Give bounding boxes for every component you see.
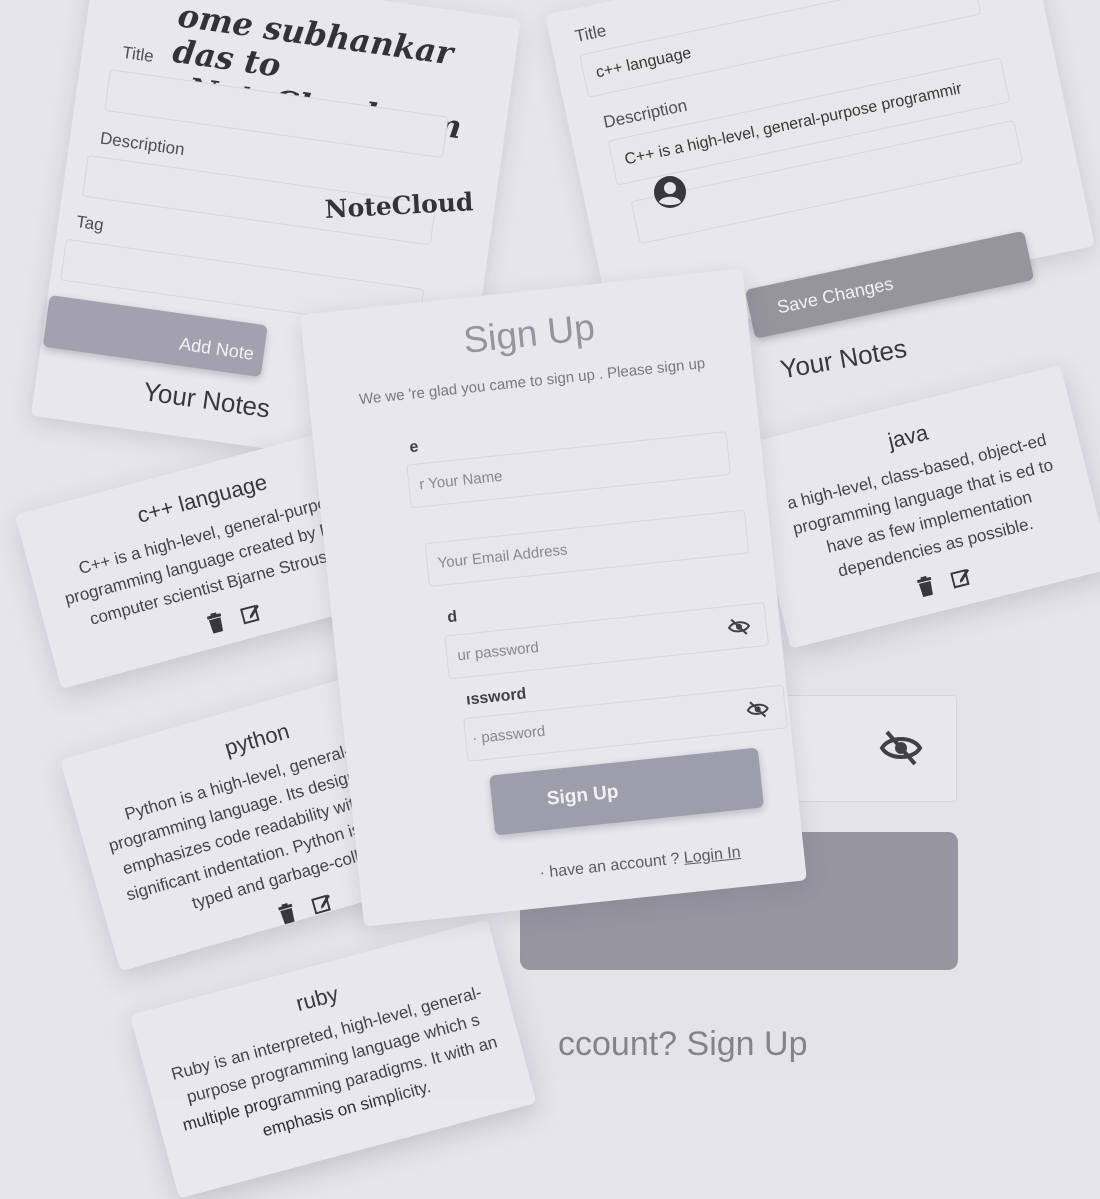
password-input[interactable]: ur password (444, 602, 770, 680)
note-card: ruby Ruby is an interpreted, high-level,… (130, 919, 537, 1199)
tag-label: Tag (75, 212, 105, 235)
name-placeholder: r Your Name (418, 467, 504, 494)
login-prompt: · have an account ? Login In (539, 844, 742, 883)
trash-icon[interactable] (276, 901, 299, 925)
edit-icon[interactable] (310, 891, 335, 916)
trash-icon[interactable] (204, 611, 227, 635)
your-notes-heading-left: Your Notes (141, 376, 273, 424)
confirm-password-placeholder: · password (471, 722, 547, 748)
edit-icon[interactable] (239, 601, 263, 625)
signup-button-label: Sign Up (545, 781, 620, 810)
note-card: java a high-level, class-based, object-e… (740, 365, 1100, 649)
password-label: d (446, 608, 459, 627)
signup-button[interactable]: Sign Up (489, 747, 764, 836)
signup-prompt-text: ccount? Sign Up (558, 1025, 808, 1063)
eye-off-icon[interactable] (879, 728, 923, 768)
password-placeholder: ur password (456, 638, 540, 665)
add-note-button-label: Add Note (178, 333, 256, 364)
name-input[interactable]: r Your Name (406, 431, 732, 509)
name-label: e (408, 438, 420, 457)
signup-panel: Sign Up We we 're glad you came to sign … (300, 268, 807, 927)
confirm-password-label: ıssword (465, 685, 528, 709)
save-changes-label: Save Changes (775, 273, 895, 318)
eye-off-icon[interactable] (746, 698, 770, 720)
login-link[interactable]: Login In (683, 844, 741, 867)
edit-title-label: Title (573, 20, 608, 46)
edit-icon[interactable] (949, 565, 973, 589)
your-notes-heading-right: Your Notes (778, 332, 909, 385)
email-input[interactable]: Your Email Address (424, 509, 750, 587)
account-circle-icon[interactable] (653, 175, 687, 209)
signup-subtitle: We we 're glad you came to sign up . Ple… (358, 354, 706, 409)
signup-heading: Sign Up (461, 306, 597, 361)
login-prompt-text: · have an account ? (538, 850, 681, 882)
email-placeholder: Your Email Address (436, 541, 569, 572)
edit-title-value: c++ language (594, 44, 693, 82)
description-label: Description (98, 128, 186, 160)
add-note-button[interactable]: Add Note (42, 294, 268, 378)
title-label: Title (121, 42, 155, 67)
trash-icon[interactable] (915, 574, 937, 598)
eye-off-icon[interactable] (727, 616, 751, 638)
